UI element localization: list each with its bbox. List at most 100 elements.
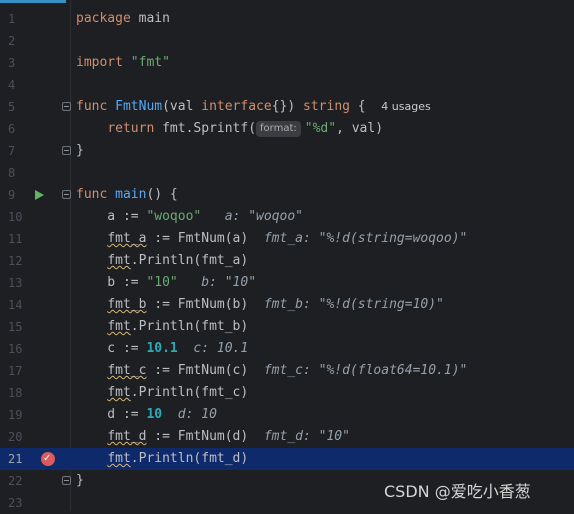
fold-icon[interactable] bbox=[62, 102, 71, 111]
fold-icon[interactable] bbox=[62, 190, 71, 199]
code-line[interactable]: fmt.Println(fmt_b) bbox=[70, 316, 574, 338]
line-number: 8 bbox=[8, 166, 16, 180]
code-text: func main() { bbox=[76, 184, 178, 206]
fold-icon[interactable] bbox=[62, 476, 71, 485]
token: := FmtNum(c) bbox=[146, 363, 264, 378]
code-line[interactable]: fmt_c := FmtNum(c) fmt_c: "%!d(float64=1… bbox=[70, 360, 574, 382]
token: .Println(fmt_b) bbox=[130, 319, 249, 334]
gutter-line[interactable]: 2 bbox=[0, 30, 70, 52]
token: return bbox=[107, 121, 155, 136]
code-line[interactable] bbox=[70, 74, 574, 96]
token: := FmtNum(d) bbox=[146, 429, 264, 444]
gutter-line[interactable]: 11 bbox=[0, 228, 70, 250]
gutter-line[interactable]: 19 bbox=[0, 404, 70, 426]
code-line[interactable] bbox=[70, 162, 574, 184]
code-line[interactable]: fmt_a := FmtNum(a) fmt_a: "%!d(string=wo… bbox=[70, 228, 574, 250]
code-line[interactable]: return fmt.Sprintf(format: "%d", val) bbox=[70, 118, 574, 140]
gutter-line[interactable]: 5 bbox=[0, 96, 70, 118]
code-text: fmt.Println(fmt_a) bbox=[76, 250, 248, 272]
code-text: import "fmt" bbox=[76, 52, 170, 74]
line-number: 5 bbox=[8, 100, 16, 114]
gutter-line[interactable]: 16 bbox=[0, 338, 70, 360]
token: interface bbox=[201, 99, 272, 114]
gutter-line[interactable]: 20 bbox=[0, 426, 70, 448]
line-number: 21 bbox=[8, 452, 23, 466]
code-editor[interactable]: package main import "fmt" func FmtNum(val … bbox=[62, 8, 574, 511]
gutter-line[interactable]: 14 bbox=[0, 294, 70, 316]
tab-bar bbox=[0, 0, 574, 4]
token: 10 bbox=[146, 407, 163, 422]
line-number: 14 bbox=[8, 298, 23, 312]
line-number: 20 bbox=[8, 430, 23, 444]
code-line[interactable]: fmt.Println(fmt_c) bbox=[70, 382, 574, 404]
line-number: 11 bbox=[8, 232, 23, 246]
line-number: 4 bbox=[8, 78, 16, 92]
code-line[interactable]: } bbox=[62, 140, 574, 162]
inline-value-hint: a: "woqoo" bbox=[224, 209, 304, 224]
code-line[interactable]: func main() { bbox=[62, 184, 574, 206]
code-line[interactable]: fmt_d := FmtNum(d) fmt_d: "10" bbox=[70, 426, 574, 448]
usages-hint[interactable]: 4 usages bbox=[381, 100, 430, 113]
token: main bbox=[130, 11, 170, 26]
parameter-hint: format: bbox=[256, 120, 301, 137]
inline-value-hint: b: "10" bbox=[201, 275, 257, 290]
watermark: CSDN @爱吃小香葱 bbox=[384, 482, 531, 501]
code-line[interactable]: fmt_b := FmtNum(b) fmt_b: "%!d(string=10… bbox=[70, 294, 574, 316]
gutter-line[interactable]: 1 bbox=[0, 8, 70, 30]
breakpoint-icon[interactable] bbox=[41, 448, 55, 470]
token: "fmt" bbox=[130, 55, 170, 70]
gutter-line[interactable]: 17 bbox=[0, 360, 70, 382]
gutter-line[interactable]: 15 bbox=[0, 316, 70, 338]
code-line[interactable]: fmt.Println(fmt_a) bbox=[70, 250, 574, 272]
inline-value-hint: d: 10 bbox=[177, 407, 217, 422]
editor-gutter[interactable]: 1234567891011121314151617181920212223 bbox=[0, 8, 70, 511]
gutter-line[interactable]: 4 bbox=[0, 74, 70, 96]
code-line[interactable]: import "fmt" bbox=[70, 52, 574, 74]
gutter-line[interactable]: 9 bbox=[0, 184, 70, 206]
gutter-line[interactable]: 10 bbox=[0, 206, 70, 228]
gutter-line[interactable]: 6 bbox=[0, 118, 70, 140]
run-icon[interactable] bbox=[35, 190, 44, 200]
code-line[interactable]: b := "10" b: "10" bbox=[70, 272, 574, 294]
gutter-line[interactable]: 21 bbox=[0, 448, 70, 470]
code-text: fmt_d := FmtNum(d) fmt_d: "10" bbox=[76, 426, 350, 448]
code-line[interactable]: a := "woqoo" a: "woqoo" bbox=[70, 206, 574, 228]
fold-icon[interactable] bbox=[62, 146, 71, 155]
gutter-line[interactable]: 8 bbox=[0, 162, 70, 184]
token: () { bbox=[146, 187, 178, 202]
gutter-line[interactable]: 13 bbox=[0, 272, 70, 294]
code-line[interactable]: fmt.Println(fmt_d) bbox=[70, 448, 574, 470]
active-tab-indicator bbox=[0, 0, 66, 3]
line-number: 7 bbox=[8, 144, 16, 158]
code-text: fmt.Println(fmt_c) bbox=[76, 382, 248, 404]
line-number: 13 bbox=[8, 276, 23, 290]
line-number: 6 bbox=[8, 122, 16, 136]
code-line[interactable]: func FmtNum(val interface{}) string { 4 … bbox=[62, 96, 574, 118]
code-line[interactable]: d := 10 d: 10 bbox=[70, 404, 574, 426]
gutter-line[interactable]: 7 bbox=[0, 140, 70, 162]
token: } bbox=[76, 143, 84, 158]
identifier: fmt_a bbox=[107, 231, 147, 246]
code-text: fmt_b := FmtNum(b) fmt_b: "%!d(string=10… bbox=[76, 294, 444, 316]
gutter-line[interactable]: 3 bbox=[0, 52, 70, 74]
token: "woqoo" bbox=[146, 209, 202, 224]
gutter-line[interactable]: 12 bbox=[0, 250, 70, 272]
code-line[interactable]: c := 10.1 c: 10.1 bbox=[70, 338, 574, 360]
code-text: package main bbox=[76, 8, 170, 30]
gutter-line[interactable]: 18 bbox=[0, 382, 70, 404]
gutter-line[interactable]: 22 bbox=[0, 470, 70, 492]
token: package bbox=[76, 11, 131, 26]
line-number: 19 bbox=[8, 408, 23, 422]
code-text: fmt.Println(fmt_d) bbox=[76, 448, 248, 470]
code-line[interactable]: package main bbox=[70, 8, 574, 30]
code-text: fmt_a := FmtNum(a) fmt_a: "%!d(string=wo… bbox=[76, 228, 467, 250]
identifier: fmt bbox=[107, 253, 131, 268]
code-line[interactable] bbox=[70, 30, 574, 52]
token: import bbox=[76, 55, 123, 70]
line-number: 12 bbox=[8, 254, 23, 268]
token: string bbox=[303, 99, 350, 114]
